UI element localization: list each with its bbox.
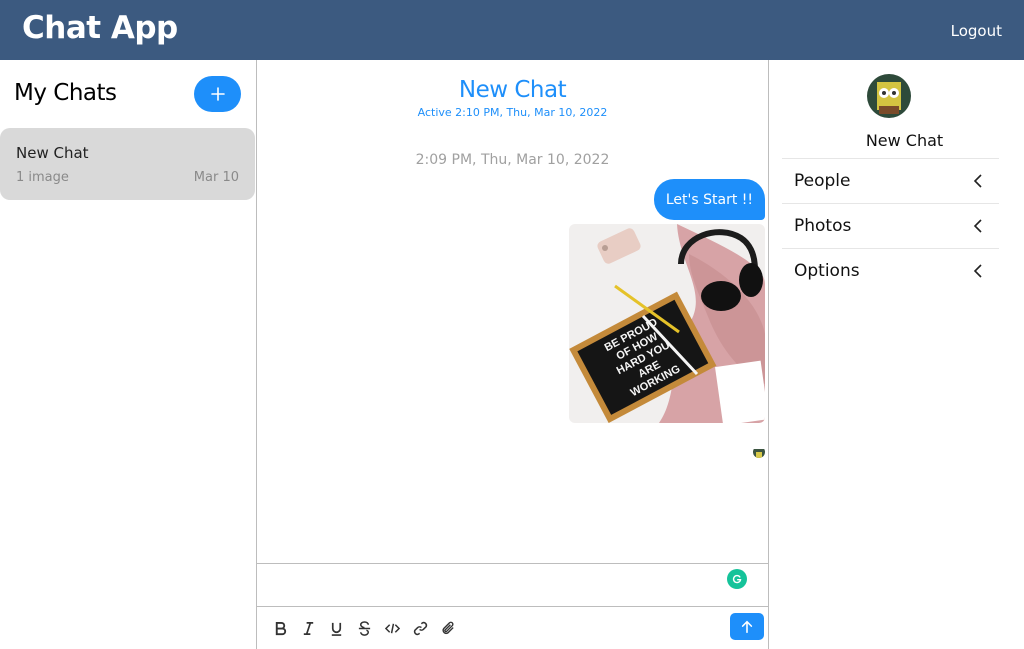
code-icon[interactable] <box>382 618 402 638</box>
new-chat-button[interactable] <box>194 76 241 112</box>
chat-item-date: Mar 10 <box>193 170 239 185</box>
underline-icon[interactable] <box>326 618 346 638</box>
chat-pane: New Chat Active 2:10 PM, Thu, Mar 10, 20… <box>256 60 769 649</box>
arrow-up-icon <box>741 620 753 633</box>
sidebar-title: My Chats <box>14 80 117 106</box>
strikethrough-icon[interactable] <box>354 618 374 638</box>
italic-icon[interactable] <box>298 618 318 638</box>
section-photos[interactable]: Photos <box>782 203 999 248</box>
chat-title: New Chat <box>458 77 567 103</box>
chevron-left-icon <box>973 264 982 278</box>
message-image[interactable]: BE PROUD OF HOW HARD YOU ARE WORKING <box>569 224 765 423</box>
send-button[interactable] <box>730 613 764 640</box>
chat-item-name: New Chat <box>16 144 89 162</box>
chevron-left-icon <box>973 174 982 188</box>
details-chat-name: New Chat <box>865 131 944 150</box>
chat-details-panel: New Chat People Photos Options <box>769 60 1024 649</box>
letterboard-photo: BE PROUD OF HOW HARD YOU ARE WORKING <box>569 224 765 423</box>
link-icon[interactable] <box>410 618 430 638</box>
message-input[interactable] <box>257 563 768 607</box>
chat-list-item[interactable]: New Chat 1 image Mar 10 <box>0 128 255 200</box>
chat-list-sidebar: My Chats New Chat 1 image Mar 10 <box>0 60 256 649</box>
message-bubble: Let's Start !! <box>653 179 765 220</box>
top-bar: Chat App Logout <box>0 0 1024 60</box>
formatting-toolbar <box>257 608 768 649</box>
messages-timestamp: 2:09 PM, Thu, Mar 10, 2022 <box>415 152 610 168</box>
bold-icon[interactable] <box>270 618 290 638</box>
section-label: Options <box>794 261 860 281</box>
section-label: People <box>794 171 851 191</box>
chat-active-status: Active 2:10 PM, Thu, Mar 10, 2022 <box>417 106 608 119</box>
grammarly-icon[interactable] <box>727 569 747 589</box>
section-people[interactable]: People <box>782 158 999 203</box>
app-title: Chat App <box>22 10 178 46</box>
plus-icon <box>210 87 225 101</box>
chat-avatar <box>867 74 911 118</box>
chat-item-preview: 1 image <box>16 170 69 185</box>
attach-icon[interactable] <box>438 618 458 638</box>
section-label: Photos <box>794 216 852 236</box>
chevron-left-icon <box>973 219 982 233</box>
section-options[interactable]: Options <box>782 248 999 293</box>
logout-button[interactable]: Logout <box>951 22 1002 40</box>
read-receipt-avatar <box>753 446 765 458</box>
